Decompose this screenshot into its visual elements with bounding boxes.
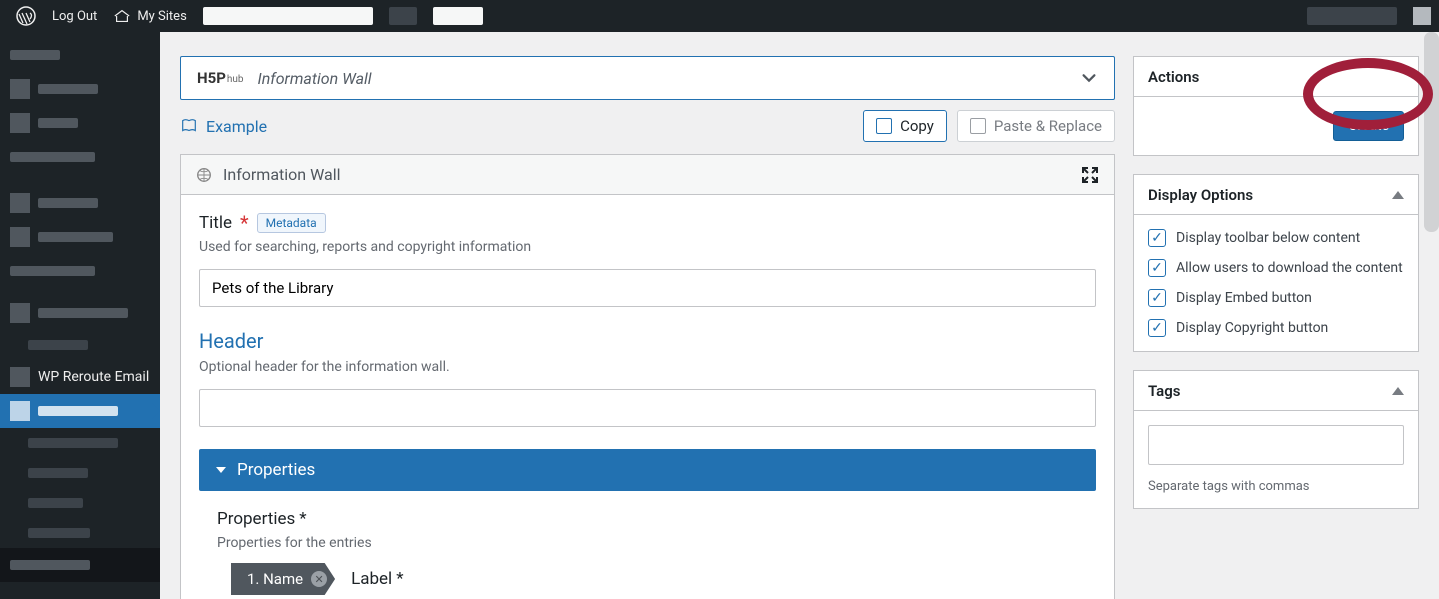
sidebar-sub-2[interactable]	[0, 458, 160, 488]
h5p-logo-text: H5P	[197, 69, 226, 87]
properties-sub-label: Properties	[217, 509, 295, 529]
sidebar-sub-1[interactable]	[0, 428, 160, 458]
properties-bar-label: Properties	[237, 460, 315, 480]
display-options-title: Display Options	[1148, 186, 1253, 204]
required-star-icon: *	[396, 569, 403, 589]
display-options-metabox: Display Options ✓ Display toolbar below …	[1133, 174, 1419, 352]
tags-metabox: Tags Separate tags with commas	[1133, 370, 1419, 509]
meta-column: Actions Create Display Options ✓ Display	[1133, 56, 1419, 599]
paste-replace-button[interactable]: Paste & Replace	[957, 110, 1115, 142]
sidebar-item-9[interactable]	[0, 548, 160, 582]
hub-content-type: Information Wall	[258, 69, 372, 88]
property-label-field-label: Label	[351, 569, 392, 589]
mysites-link[interactable]: My Sites	[105, 0, 194, 32]
copy-button-label: Copy	[900, 117, 934, 135]
actions-title: Actions	[1148, 68, 1199, 86]
checkbox-copyright-button[interactable]: ✓	[1148, 319, 1166, 337]
header-input[interactable]	[199, 389, 1096, 427]
tags-help: Separate tags with commas	[1148, 479, 1404, 494]
logout-link[interactable]: Log Out	[44, 0, 105, 32]
title-label: Title	[199, 213, 232, 233]
sidebar-item-1[interactable]	[0, 38, 160, 72]
content-type-icon	[195, 166, 213, 184]
property-chip-label: 1. Name	[247, 570, 303, 588]
sidebar-sub-3[interactable]	[0, 488, 160, 518]
h5p-hub-selector[interactable]: H5P hub Information Wall	[180, 56, 1115, 100]
tags-input[interactable]	[1148, 425, 1404, 465]
example-link[interactable]: Example	[180, 117, 267, 136]
avatar[interactable]	[1413, 7, 1431, 25]
sidebar-item-5[interactable]	[0, 186, 160, 220]
paste-replace-label: Paste & Replace	[994, 117, 1102, 135]
caret-down-icon	[215, 464, 227, 476]
h5p-logo-sub: hub	[227, 74, 244, 85]
editor-panel: Information Wall Title * Metadata Used f…	[180, 154, 1115, 599]
title-help: Used for searching, reports and copyrigh…	[199, 239, 1096, 255]
wordpress-icon	[16, 6, 36, 26]
checkbox-toolbar-below[interactable]: ✓	[1148, 229, 1166, 247]
book-icon	[180, 117, 198, 135]
checkbox-allow-download[interactable]: ✓	[1148, 259, 1166, 277]
sidebar-item-h5p-current[interactable]	[0, 394, 160, 428]
admin-sidebar: WP Reroute Email	[0, 32, 160, 599]
example-link-text: Example	[206, 117, 267, 136]
header-section-label: Header	[199, 329, 1096, 353]
admin-bar: Log Out My Sites	[0, 0, 1439, 32]
close-icon[interactable]: ✕	[311, 571, 327, 587]
copy-icon	[876, 118, 892, 134]
sidebar-item-label: WP Reroute Email	[38, 369, 149, 385]
sidebar-item-8b[interactable]	[0, 330, 160, 360]
wp-logo-menu[interactable]	[8, 0, 44, 32]
checkbox-embed-button-label: Display Embed button	[1176, 290, 1312, 306]
sidebar-item-2[interactable]	[0, 72, 160, 106]
copy-button[interactable]: Copy	[863, 110, 947, 142]
create-button[interactable]: Create	[1333, 111, 1404, 141]
chevron-down-icon	[1080, 69, 1098, 87]
main-content: H5P hub Information Wall Example Copy	[160, 32, 1439, 599]
ab-placeholder-3[interactable]	[425, 0, 491, 32]
ab-placeholder-2[interactable]	[381, 0, 425, 32]
checkbox-allow-download-label: Allow users to download the content	[1176, 260, 1403, 276]
sidebar-item-4[interactable]	[0, 140, 160, 174]
metadata-chip[interactable]: Metadata	[257, 213, 326, 233]
properties-help: Properties for the entries	[217, 535, 1078, 551]
multisite-icon	[113, 7, 131, 25]
checkbox-toolbar-below-label: Display toolbar below content	[1176, 230, 1360, 246]
required-star-icon: *	[299, 509, 306, 529]
checkbox-copyright-button-label: Display Copyright button	[1176, 320, 1328, 336]
scrollbar[interactable]	[1424, 32, 1439, 232]
checkbox-embed-button[interactable]: ✓	[1148, 289, 1166, 307]
paste-icon	[970, 118, 986, 134]
properties-section: Properties * Properties for the entries …	[199, 491, 1096, 595]
sidebar-item-6[interactable]	[0, 220, 160, 254]
ab-placeholder-1[interactable]	[195, 0, 381, 32]
sidebar-item-3[interactable]	[0, 106, 160, 140]
property-chip-name[interactable]: 1. Name ✕	[231, 563, 335, 595]
required-star-icon: *	[240, 218, 249, 228]
sidebar-sub-4[interactable]	[0, 518, 160, 548]
toggle-icon[interactable]	[1392, 191, 1404, 199]
fullscreen-icon[interactable]	[1080, 165, 1100, 185]
actions-metabox: Actions Create	[1133, 56, 1419, 156]
sidebar-item-wp-reroute-email[interactable]: WP Reroute Email	[0, 360, 160, 394]
toggle-icon[interactable]	[1392, 387, 1404, 395]
header-help: Optional header for the information wall…	[199, 359, 1096, 375]
ab-user-placeholder[interactable]	[1299, 0, 1405, 32]
sidebar-item-8[interactable]	[0, 296, 160, 330]
properties-collapse-bar[interactable]: Properties	[199, 449, 1096, 491]
editor-panel-header: Information Wall	[181, 155, 1114, 195]
title-input[interactable]	[199, 269, 1096, 307]
mysites-label: My Sites	[137, 9, 186, 24]
tags-title: Tags	[1148, 382, 1181, 400]
editor-panel-title: Information Wall	[223, 165, 341, 184]
editor-column: H5P hub Information Wall Example Copy	[180, 56, 1115, 599]
sidebar-item-7[interactable]	[0, 254, 160, 288]
